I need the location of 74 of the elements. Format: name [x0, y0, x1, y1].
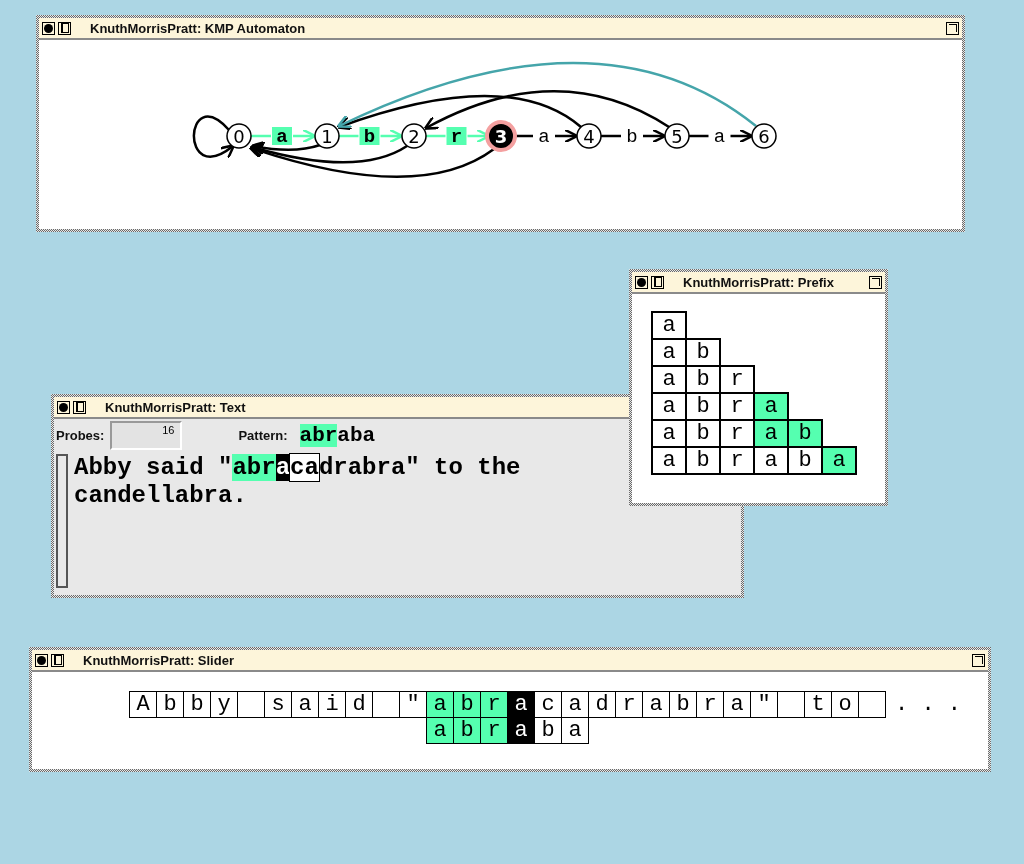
transition-arrow — [339, 128, 404, 144]
transition-label: b — [359, 126, 380, 148]
text-cell: i — [318, 691, 346, 718]
text-cell: " — [750, 691, 778, 718]
prefix-cell: a — [651, 446, 687, 475]
close-icon[interactable] — [35, 653, 48, 667]
pattern-text: abraba — [299, 424, 376, 447]
window-title: KnuthMorrisPratt: Text — [105, 399, 246, 415]
prefix-cell: r — [719, 365, 755, 394]
state-node: 2 — [401, 123, 427, 149]
text-cell: a — [507, 691, 535, 718]
pattern-cell: r — [480, 717, 508, 744]
state-node: 5 — [664, 123, 690, 149]
transition-arrow — [689, 128, 754, 144]
text-cell: " — [399, 691, 427, 718]
close-icon[interactable] — [57, 400, 70, 414]
pattern-cell: b — [453, 717, 481, 744]
ellipsis: . . . — [895, 691, 961, 718]
probes-field[interactable]: 16 — [110, 421, 183, 450]
prefix-cell: a — [821, 446, 857, 475]
zoom-icon[interactable] — [946, 21, 959, 35]
text-cell: d — [345, 691, 373, 718]
text-cell: r — [615, 691, 643, 718]
text-cell: b — [183, 691, 211, 718]
menu-icon[interactable] — [58, 21, 71, 35]
text-cell: r — [480, 691, 508, 718]
pattern-cell: a — [561, 717, 589, 744]
text-cell: b — [669, 691, 697, 718]
menu-icon[interactable] — [51, 653, 64, 667]
pattern-cell: a — [507, 717, 535, 744]
transition-label: a — [272, 126, 292, 148]
state-node: 1 — [314, 123, 340, 149]
prefix-cell: a — [753, 392, 789, 421]
scrollbar[interactable] — [56, 454, 68, 588]
transition-label: b — [626, 126, 638, 148]
pattern-label: Pattern: — [238, 428, 288, 443]
window-title: KnuthMorrisPratt: KMP Automaton — [90, 20, 306, 36]
menu-icon[interactable] — [651, 275, 664, 289]
text-cell: r — [696, 691, 724, 718]
prefix-cell: a — [651, 311, 687, 340]
zoom-icon[interactable] — [972, 653, 985, 667]
text-cell: a — [723, 691, 751, 718]
window-title: KnuthMorrisPratt: Slider — [83, 652, 234, 668]
text-cell: y — [210, 691, 238, 718]
loop-arrow — [192, 115, 236, 159]
text-cell: b — [156, 691, 184, 718]
transition-label: a — [538, 126, 550, 148]
pattern-cell: a — [426, 717, 454, 744]
transition-label: a — [713, 126, 726, 148]
prefix-cell: b — [685, 338, 721, 367]
text-cell: d — [588, 691, 616, 718]
close-icon[interactable] — [42, 21, 55, 35]
current-state-node: 3 — [485, 120, 517, 152]
state-node: 6 — [751, 123, 777, 149]
transition-arrow — [251, 128, 317, 144]
probes-label: Probes: — [56, 428, 105, 443]
pattern-cell: b — [534, 717, 562, 744]
text-cell: A — [129, 691, 157, 718]
text-cell: t — [804, 691, 832, 718]
state-node: 4 — [576, 123, 602, 149]
window-title: KnuthMorrisPratt: Prefix — [683, 274, 834, 290]
text-cell: b — [453, 691, 481, 718]
state-node: 0 — [226, 123, 252, 149]
text-cell: a — [426, 691, 454, 718]
text-cell: a — [642, 691, 670, 718]
zoom-icon[interactable] — [869, 275, 882, 289]
text-cell: o — [831, 691, 859, 718]
transition-label: r — [446, 126, 467, 148]
text-cell: s — [264, 691, 292, 718]
close-icon[interactable] — [635, 275, 648, 289]
prefix-cell: b — [787, 419, 823, 448]
text-cell: a — [291, 691, 319, 718]
transition-arrow — [601, 128, 667, 144]
menu-icon[interactable] — [73, 400, 86, 414]
